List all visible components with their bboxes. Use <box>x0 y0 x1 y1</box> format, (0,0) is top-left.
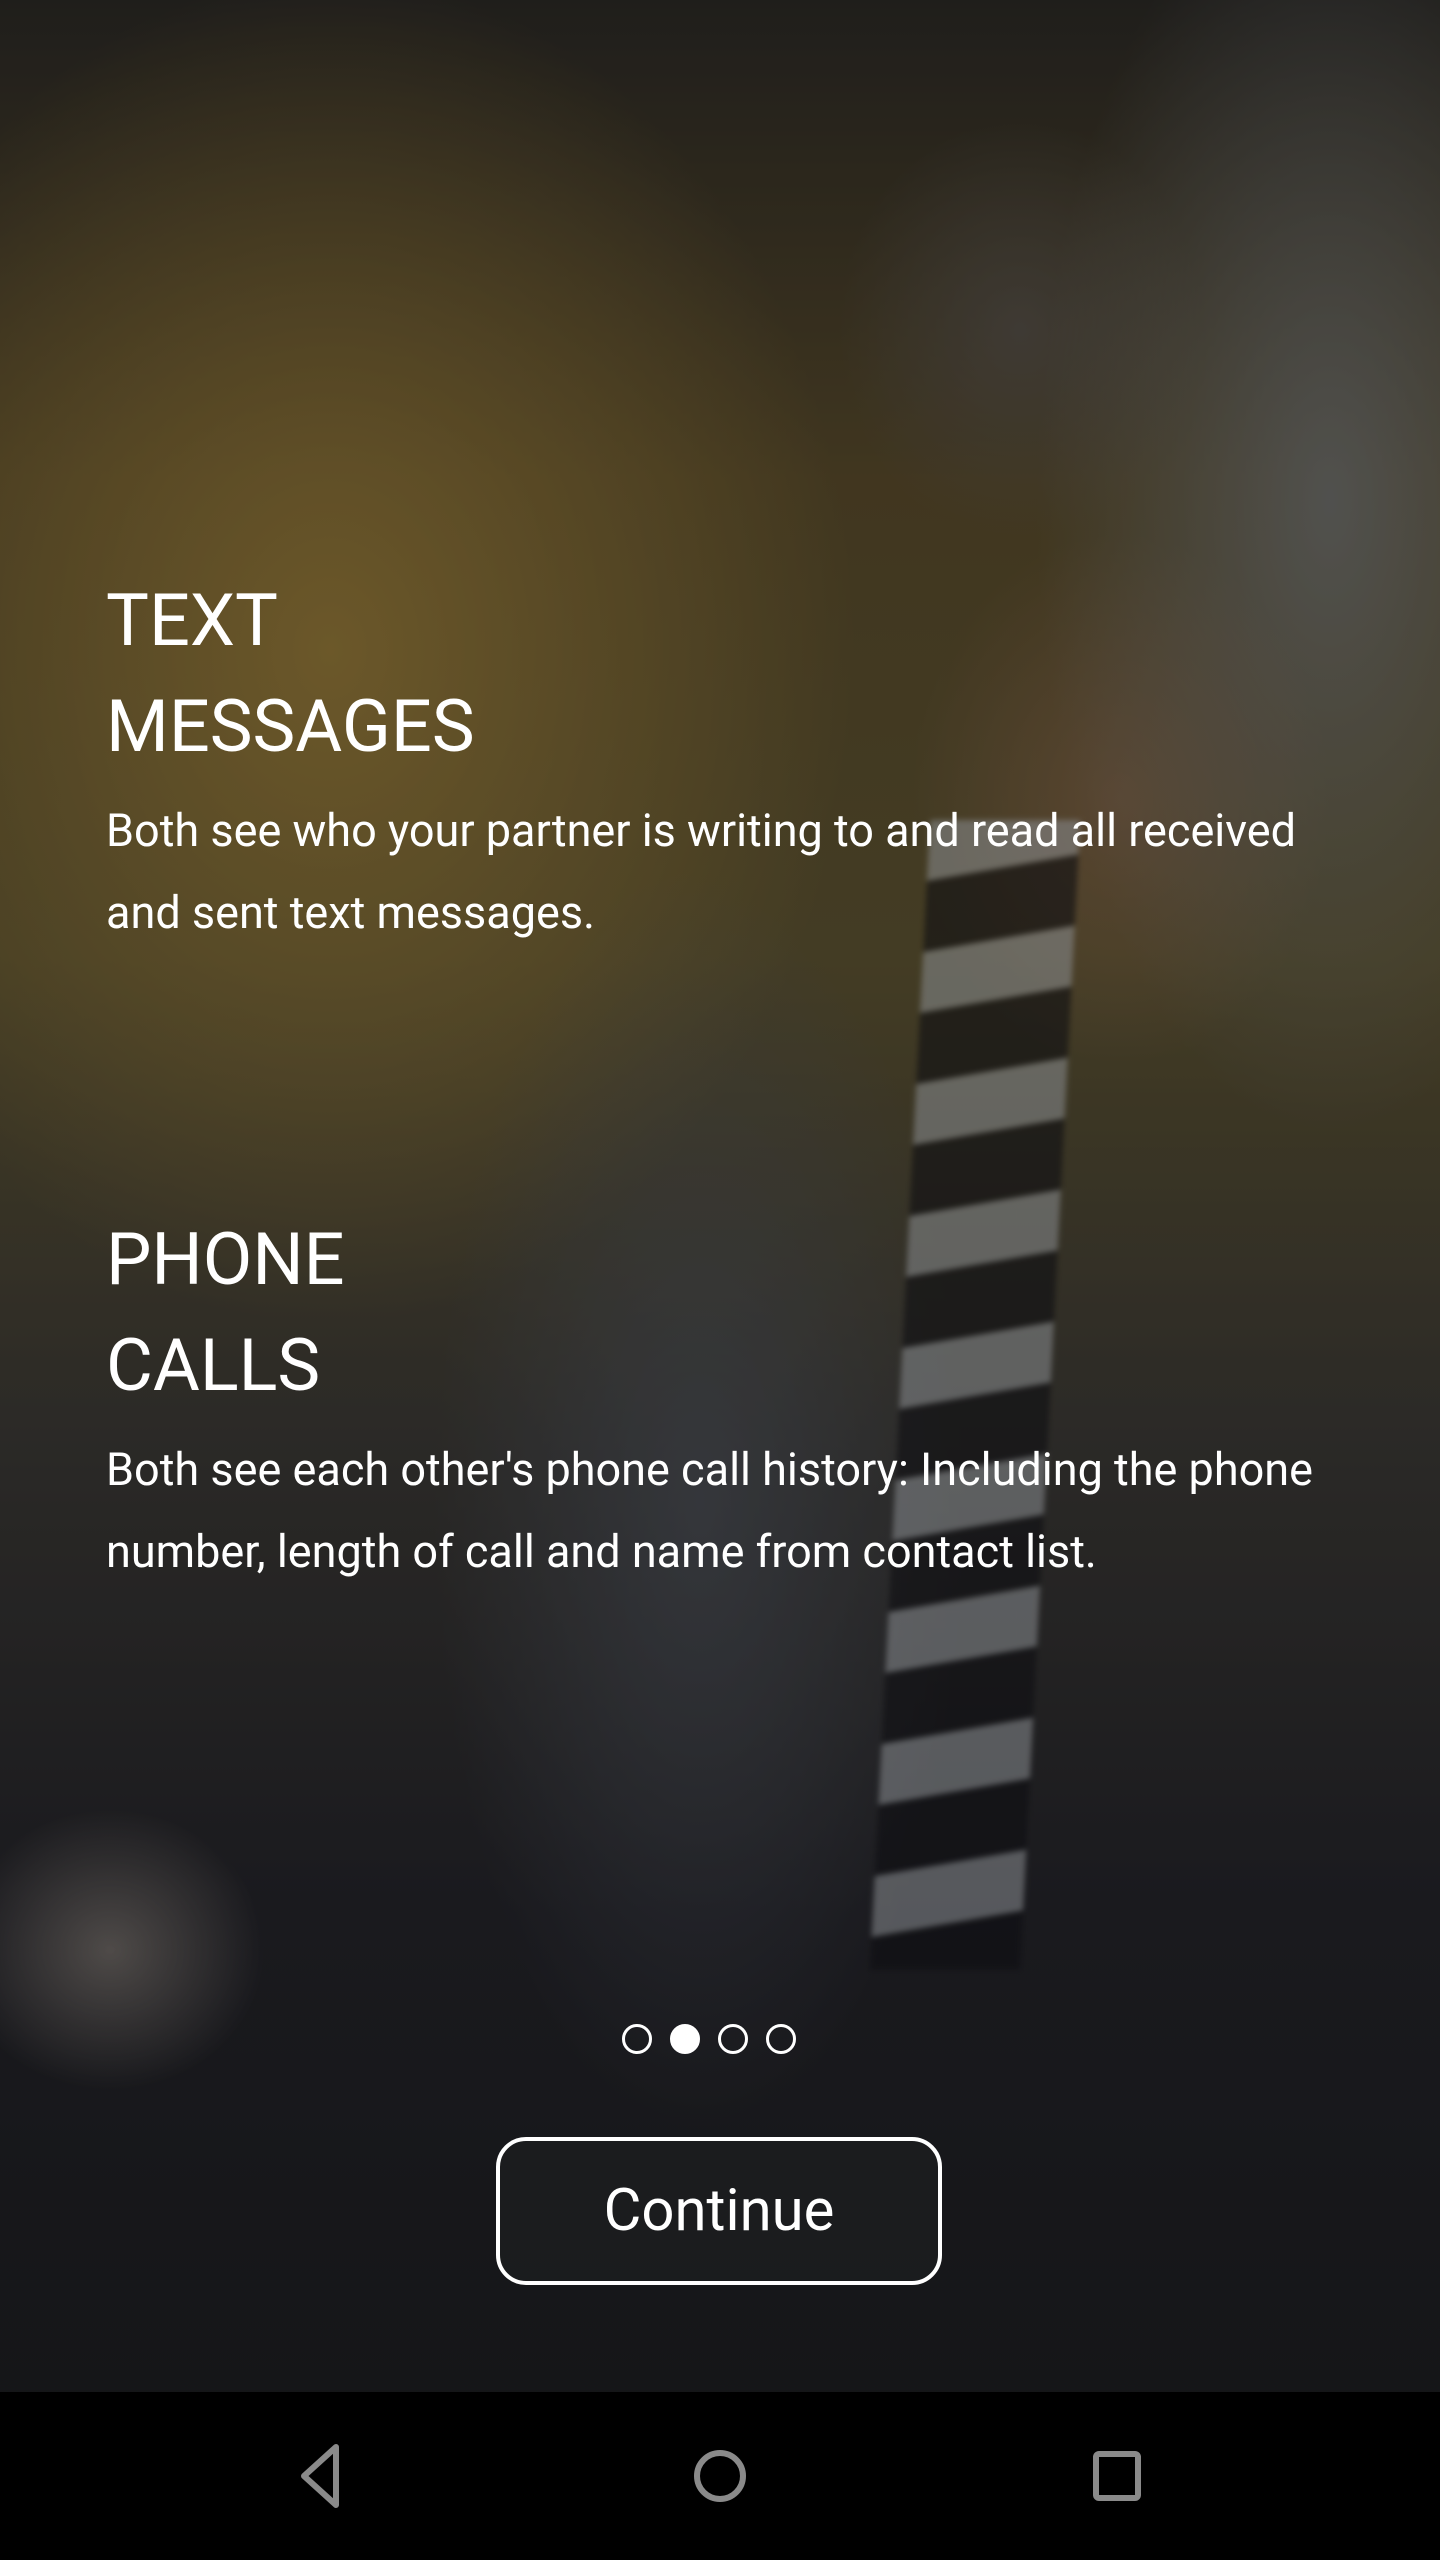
page-indicator <box>622 2024 796 2054</box>
page-dot-3[interactable] <box>718 2024 748 2054</box>
title-line-1: PHONE <box>106 1217 345 1302</box>
page-dot-2-active[interactable] <box>670 2024 700 2054</box>
home-button[interactable] <box>680 2436 760 2516</box>
title-line-2: CALLS <box>106 1323 321 1408</box>
recents-button[interactable] <box>1077 2436 1157 2516</box>
feature-title: TEXT MESSAGES <box>106 568 1326 780</box>
back-button[interactable] <box>282 2436 362 2516</box>
feature-title: PHONE CALLS <box>106 1207 1326 1419</box>
system-nav-bar <box>0 2392 1440 2560</box>
continue-button[interactable]: Continue <box>496 2137 942 2285</box>
title-line-1: TEXT <box>106 578 278 663</box>
feature-phone-calls: PHONE CALLS Both see each other's phone c… <box>106 1207 1326 1593</box>
feature-description: Both see who your partner is writing to … <box>106 804 1296 939</box>
page-dot-1[interactable] <box>622 2024 652 2054</box>
feature-description: Both see each other's phone call history… <box>106 1443 1313 1578</box>
page-dot-4[interactable] <box>766 2024 796 2054</box>
home-icon <box>694 2450 746 2502</box>
back-icon <box>301 2444 339 2508</box>
recents-icon <box>1093 2451 1141 2501</box>
title-line-2: MESSAGES <box>106 684 475 769</box>
feature-text-messages: TEXT MESSAGES Both see who your partner i… <box>106 568 1326 954</box>
